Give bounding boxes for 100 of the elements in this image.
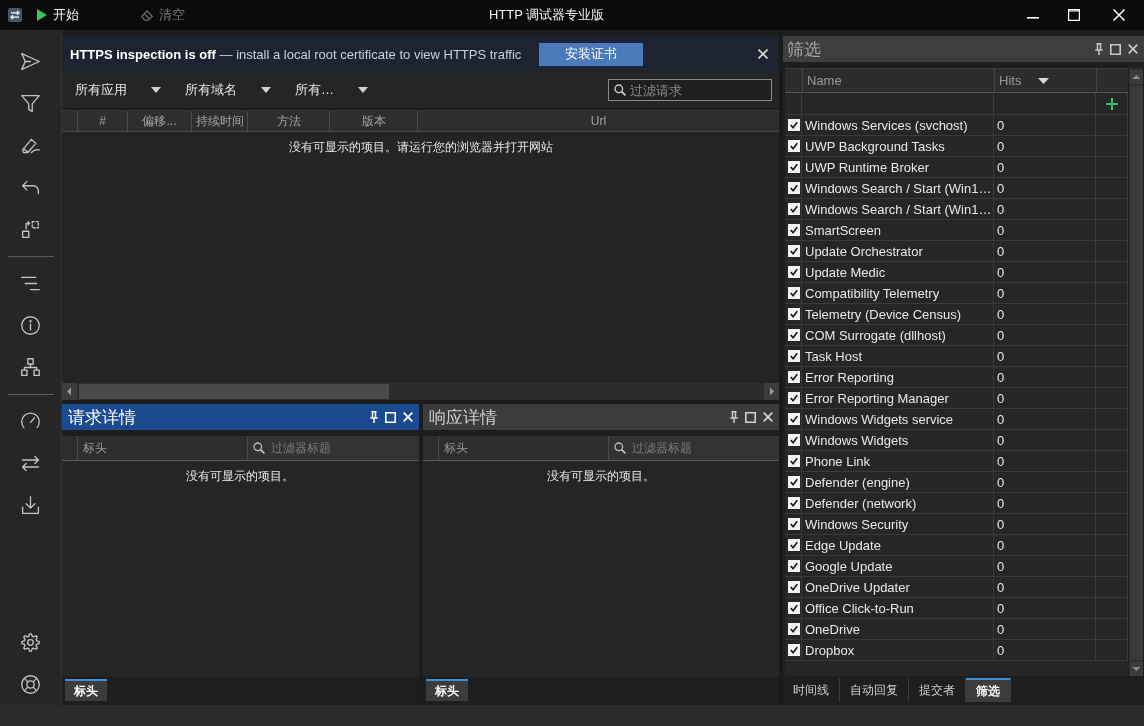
checkbox[interactable] [788,581,800,593]
table-cell: OneDrive Updater [802,577,994,598]
scroll-down-icon[interactable] [1129,662,1143,676]
tab[interactable]: 自动回复 [840,678,909,702]
caret-icon [151,87,161,93]
checkbox[interactable] [788,560,800,572]
tab[interactable]: 标头 [425,679,468,701]
scroll-left-icon[interactable] [62,383,77,400]
dropdown[interactable]: 所有应用 [62,81,172,99]
horizontal-scrollbar[interactable] [62,383,779,400]
app-logo-icon [8,8,22,22]
settings-icon[interactable] [20,631,41,653]
download-icon[interactable] [20,494,41,516]
install-certificate-button[interactable]: 安装证书 [539,42,644,66]
table-cell: 0 [994,556,1096,577]
search-field[interactable]: 过滤器标题 [247,436,419,460]
table-cell: Office Click-to-Run [802,598,994,619]
scroll-up-icon[interactable] [1129,70,1143,84]
column-header[interactable]: 持续时间 [191,111,247,131]
table-cell: 0 [994,283,1096,304]
close-icon[interactable] [1128,44,1138,54]
start-button[interactable]: 开始 [37,6,79,24]
checkbox[interactable] [788,497,800,509]
checkbox[interactable] [788,455,800,467]
caret-icon [261,87,271,93]
checkbox[interactable] [788,350,800,362]
checkbox[interactable] [788,644,800,656]
hierarchy-icon[interactable] [20,356,41,378]
checkbox[interactable] [788,476,800,488]
close-icon[interactable] [758,49,768,59]
checkbox[interactable] [788,392,800,404]
table-cell: Dropbox [802,640,994,661]
column-header[interactable]: Name [802,69,994,93]
scroll-right-icon[interactable] [764,383,779,400]
column-header[interactable]: 偏移... [127,111,191,131]
banner-message: HTTPS inspection is off — install a local root certificate to view HTTPS traffic [70,46,522,62]
table-cell: 0 [994,388,1096,409]
checkbox[interactable] [788,623,800,635]
window-title: HTTP 调试器专业版 [489,6,605,24]
maximize-icon[interactable] [1110,43,1121,55]
info-icon[interactable] [20,314,41,336]
checkbox[interactable] [788,434,800,446]
column-header[interactable]: 标头 [437,436,608,460]
panel-title: 响应详情 [428,406,497,429]
checkbox[interactable] [788,203,800,215]
lifebuoy-icon[interactable] [20,673,41,695]
tab[interactable]: 标头 [65,679,107,701]
table-cell: Windows Services (svchost) [802,115,994,136]
checkbox[interactable] [788,518,800,530]
checkbox[interactable] [788,329,800,341]
checkbox[interactable] [788,224,800,236]
table-cell: 0 [994,346,1096,367]
checkbox[interactable] [788,182,800,194]
table-cell: 0 [994,430,1096,451]
table-cell: Defender (engine) [802,472,994,493]
minimize-icon[interactable] [1027,17,1039,19]
table-cell: SmartScreen [802,220,994,241]
checkbox[interactable] [788,539,800,551]
play-icon [37,9,47,21]
search-field[interactable]: 过滤器标题 [607,436,779,460]
table-cell: Telemetry (Device Census) [802,304,994,325]
close-icon[interactable] [763,412,773,422]
checkbox[interactable] [788,161,800,173]
table-cell: 0 [994,619,1096,640]
checkbox[interactable] [788,266,800,278]
tab[interactable]: 筛选 [966,678,1011,702]
add-icon[interactable] [1105,97,1118,110]
dropdown[interactable]: 所有… [282,81,379,99]
column-header[interactable]: 方法 [247,111,329,131]
send-icon[interactable] [20,50,41,72]
dropdown[interactable]: 所有域名 [172,81,282,99]
checkbox[interactable] [788,413,800,425]
checkbox[interactable] [788,245,800,257]
tab[interactable]: 时间线 [783,678,840,702]
table-cell: 0 [994,304,1096,325]
pin-icon[interactable] [730,411,738,423]
table-cell: Error Reporting [802,367,994,388]
checkbox[interactable] [788,119,800,131]
dashed-square-icon[interactable] [20,218,41,240]
table-cell: 0 [994,262,1096,283]
pin-icon[interactable] [1095,43,1103,55]
checkbox[interactable] [788,287,800,299]
table-cell: 0 [994,220,1096,241]
table-cell: 0 [994,514,1096,535]
column-header[interactable]: 版本 [329,111,417,131]
empty-message: 没有可显示的项目。 [186,468,295,485]
search-field[interactable]: 过滤请求 [608,79,772,101]
column-header[interactable]: # [77,111,127,131]
table-cell: 0 [994,325,1096,346]
scrollbar-thumb[interactable] [79,384,389,399]
table-cell: 0 [994,493,1096,514]
column-header[interactable]: Hits [994,69,1096,93]
maximize-icon[interactable] [745,411,756,423]
checkbox[interactable] [788,140,800,152]
checkbox[interactable] [788,371,800,383]
checkbox[interactable] [788,308,800,320]
table-cell: Windows Security [802,514,994,535]
checkbox[interactable] [788,602,800,614]
table-cell: 0 [994,178,1096,199]
filter-icon[interactable] [20,92,41,114]
